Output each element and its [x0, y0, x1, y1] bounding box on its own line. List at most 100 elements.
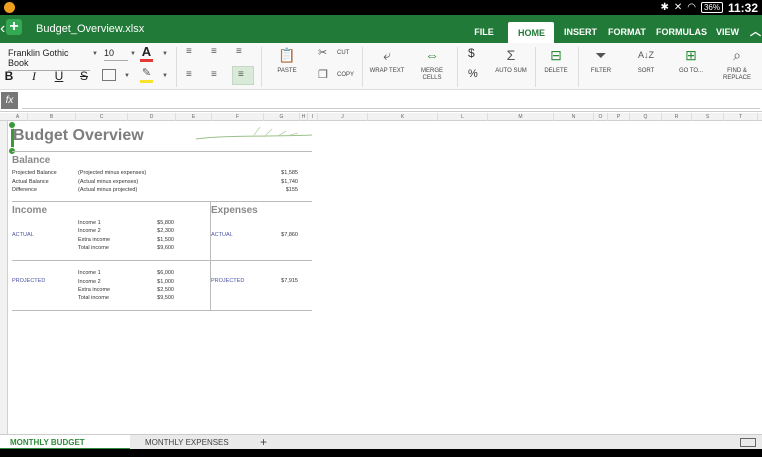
sheet-title[interactable]: Budget Overview: [13, 127, 144, 145]
goto-button[interactable]: ⊞ GO TO...: [674, 45, 708, 87]
column-header[interactable]: B: [28, 113, 76, 121]
column-header[interactable]: Q: [630, 113, 662, 121]
balance-label[interactable]: Difference: [12, 187, 37, 193]
align-right-icon[interactable]: ≡: [236, 46, 242, 57]
balance-note[interactable]: (Projected minus expenses): [78, 170, 146, 176]
currency-format-button[interactable]: $: [468, 46, 475, 60]
column-header[interactable]: D: [128, 113, 176, 121]
income-label[interactable]: Income 2: [78, 228, 101, 234]
column-header[interactable]: O: [594, 113, 608, 121]
align-top-icon[interactable]: ≡: [186, 69, 192, 80]
income-value[interactable]: $5,800: [148, 220, 174, 226]
font-color-dropdown-icon[interactable]: ▼: [162, 51, 168, 57]
column-header[interactable]: P: [608, 113, 630, 121]
tab-format[interactable]: FORMAT: [598, 15, 646, 43]
balance-value[interactable]: $1,740: [268, 179, 298, 185]
expenses-actual-value[interactable]: $7,860: [268, 232, 298, 238]
column-header[interactable]: J: [318, 113, 368, 121]
column-header[interactable]: A: [8, 113, 28, 121]
income-label[interactable]: Extra income: [78, 237, 110, 243]
font-name-select[interactable]: Franklin Gothic Book: [8, 48, 90, 71]
column-header[interactable]: H: [300, 113, 308, 121]
excel-app-icon[interactable]: +: [6, 19, 22, 35]
column-header[interactable]: G: [264, 113, 300, 121]
tab-insert[interactable]: INSERT: [554, 15, 598, 43]
income-label[interactable]: Income 2: [78, 279, 101, 285]
column-header[interactable]: M: [488, 113, 554, 121]
column-header[interactable]: N: [554, 113, 594, 121]
merge-cells-button[interactable]: ⇔ MERGE CELLS: [416, 45, 448, 87]
percent-format-button[interactable]: %: [468, 68, 478, 80]
add-sheet-button[interactable]: +: [250, 435, 277, 450]
function-button[interactable]: fx: [1, 92, 18, 109]
income-value[interactable]: $9,500: [148, 295, 174, 301]
column-header[interactable]: F: [212, 113, 264, 121]
tab-formulas[interactable]: FORMULAS: [646, 15, 707, 43]
income-label[interactable]: Income 1: [78, 270, 101, 276]
sort-button[interactable]: A↓Z SORT: [632, 45, 660, 87]
back-chevron-icon[interactable]: ‹: [0, 20, 5, 38]
cut-button[interactable]: CUT: [337, 50, 349, 56]
tab-view[interactable]: VIEW: [706, 15, 740, 43]
keyboard-icon[interactable]: [740, 438, 756, 447]
strikethrough-button[interactable]: S: [77, 69, 91, 83]
align-middle-icon[interactable]: ≡: [211, 69, 217, 80]
column-header[interactable]: E: [176, 113, 212, 121]
income-value[interactable]: $9,600: [148, 245, 174, 251]
tab-home[interactable]: HOME: [508, 22, 554, 43]
balance-note[interactable]: (Actual minus projected): [78, 187, 137, 193]
column-header[interactable]: L: [438, 113, 488, 121]
column-header[interactable]: K: [368, 113, 438, 121]
column-header[interactable]: S: [692, 113, 724, 121]
income-label[interactable]: Extra income: [78, 287, 110, 293]
underline-button[interactable]: U: [52, 69, 66, 83]
wrap-text-button[interactable]: ⤶ WRAP TEXT: [368, 45, 406, 87]
bold-button[interactable]: B: [2, 69, 16, 83]
tab-file[interactable]: FILE: [460, 15, 508, 43]
fill-color-dropdown-icon[interactable]: ▼: [162, 73, 168, 79]
find-replace-button[interactable]: ⌕ FIND & REPLACE: [720, 45, 754, 87]
delete-button[interactable]: ⊟ DELETE: [540, 45, 572, 87]
autosum-button[interactable]: Σ AUTO SUM: [494, 45, 528, 87]
font-size-dropdown-icon[interactable]: ▼: [130, 51, 136, 57]
income-value[interactable]: $1,500: [148, 237, 174, 243]
italic-button[interactable]: I: [27, 69, 41, 84]
income-heading[interactable]: Income: [12, 205, 47, 216]
borders-icon[interactable]: [102, 69, 116, 81]
balance-value[interactable]: $155: [268, 187, 298, 193]
font-name-dropdown-icon[interactable]: ▼: [92, 51, 98, 57]
fill-color-icon[interactable]: ✎: [140, 67, 153, 83]
income-value[interactable]: $2,500: [148, 287, 174, 293]
borders-dropdown-icon[interactable]: ▼: [124, 73, 130, 79]
expenses-projected-value[interactable]: $7,915: [268, 278, 298, 284]
collapse-ribbon-icon[interactable]: ︿: [740, 15, 762, 43]
align-center-icon[interactable]: ≡: [211, 46, 217, 57]
income-value[interactable]: $1,000: [148, 279, 174, 285]
column-header[interactable]: T: [724, 113, 758, 121]
expenses-actual-label[interactable]: ACTUAL: [211, 232, 233, 238]
expenses-projected-label[interactable]: PROJECTED: [211, 278, 244, 284]
font-color-icon[interactable]: A: [140, 45, 153, 62]
cut-icon[interactable]: ✂: [318, 46, 327, 59]
balance-label[interactable]: Actual Balance: [12, 179, 49, 185]
column-header[interactable]: R: [662, 113, 692, 121]
expenses-heading[interactable]: Expenses: [211, 205, 258, 216]
column-header[interactable]: C: [76, 113, 128, 121]
paste-button[interactable]: 📋 PASTE: [272, 45, 302, 87]
align-left-icon[interactable]: ≡: [186, 46, 192, 57]
filter-button[interactable]: ⏷ FILTER: [586, 45, 616, 87]
font-size-select[interactable]: 10: [104, 48, 128, 61]
income-value[interactable]: $2,300: [148, 228, 174, 234]
align-bottom-button[interactable]: ≡: [232, 66, 254, 85]
sheet-tab-monthly-budget-report[interactable]: MONTHLY BUDGET REPORT: [0, 435, 130, 457]
balance-value[interactable]: $1,585: [268, 170, 298, 176]
copy-button[interactable]: COPY: [337, 72, 354, 78]
worksheet-grid[interactable]: Budget Overview Balance Projected Balanc…: [8, 121, 762, 434]
sheet-tab-monthly-expenses[interactable]: MONTHLY EXPENSES: [135, 435, 239, 450]
income-label[interactable]: Total income: [78, 245, 109, 251]
copy-icon[interactable]: ❐: [318, 68, 328, 81]
balance-heading[interactable]: Balance: [12, 155, 50, 166]
formula-input[interactable]: [22, 92, 760, 109]
balance-label[interactable]: Projected Balance: [12, 170, 57, 176]
column-header[interactable]: I: [308, 113, 318, 121]
